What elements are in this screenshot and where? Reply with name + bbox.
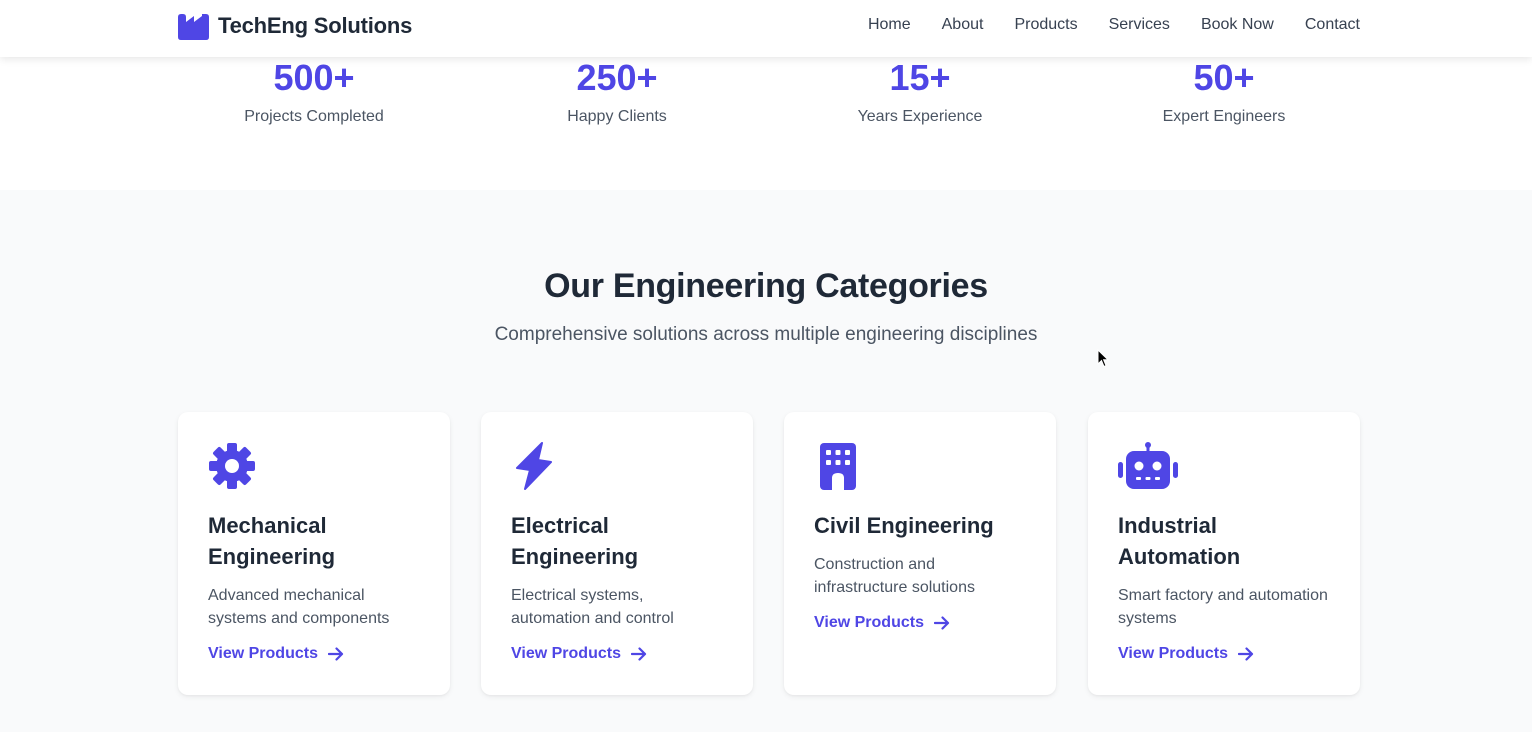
nav-home-link[interactable]: Home — [868, 16, 911, 34]
card-description: Construction and infrastructure solution… — [814, 556, 975, 596]
lightning-bolt-icon — [516, 442, 552, 490]
brand-logo-link[interactable]: TechEng Solutions — [178, 11, 412, 41]
category-card-electrical: Electrical Engineering Electrical system… — [481, 412, 753, 695]
mouse-cursor-icon — [1097, 349, 1109, 368]
stat-label: Projects Completed — [244, 108, 384, 125]
card-title: Mechanical Engineering — [208, 513, 336, 569]
top-navbar: TechEng Solutions Home About Products Se… — [0, 0, 1532, 57]
nav-about-link[interactable]: About — [942, 16, 984, 34]
building-icon — [820, 443, 856, 490]
stat-projects: 500+ Projects Completed — [178, 57, 450, 126]
nav-products-link[interactable]: Products — [1014, 16, 1077, 34]
view-products-label: View Products — [208, 645, 318, 662]
categories-section: Our Engineering Categories Comprehensive… — [0, 190, 1532, 732]
card-title: Civil Engineering — [814, 513, 994, 538]
card-description: Electrical systems, automation and contr… — [511, 587, 674, 627]
arrow-right-icon — [933, 616, 950, 630]
section-subtitle: Comprehensive solutions across multiple … — [494, 324, 1038, 345]
card-description: Smart factory and automation systems — [1118, 587, 1328, 627]
view-products-label: View Products — [1118, 645, 1228, 662]
nav-contact-link[interactable]: Contact — [1305, 16, 1360, 34]
card-description: Advanced mechanical systems and componen… — [208, 587, 390, 627]
nav-services-link[interactable]: Services — [1109, 16, 1170, 34]
main-nav: Home About Products Services Book Now Co… — [868, 16, 1360, 34]
view-products-link[interactable]: View Products — [511, 645, 647, 663]
category-card-automation: Industrial Automation Smart factory and … — [1088, 412, 1360, 695]
stat-value: 15+ — [889, 57, 951, 98]
card-title: Electrical Engineering — [511, 513, 639, 569]
stat-label: Happy Clients — [567, 108, 667, 125]
arrow-right-icon — [327, 647, 344, 661]
arrow-right-icon — [630, 647, 647, 661]
view-products-link[interactable]: View Products — [814, 614, 950, 632]
card-title: Industrial Automation — [1118, 513, 1241, 569]
view-products-label: View Products — [511, 645, 621, 662]
stat-value: 250+ — [576, 57, 658, 98]
gear-icon — [209, 443, 255, 489]
nav-book-now-link[interactable]: Book Now — [1201, 16, 1274, 34]
arrow-right-icon — [1237, 647, 1254, 661]
view-products-link[interactable]: View Products — [208, 645, 344, 663]
view-products-link[interactable]: View Products — [1118, 645, 1254, 663]
stat-engineers: 50+ Expert Engineers — [1088, 57, 1360, 126]
stat-value: 500+ — [273, 57, 355, 98]
category-card-mechanical: Mechanical Engineering Advanced mechanic… — [178, 412, 450, 695]
robot-icon — [1118, 442, 1178, 489]
stat-clients: 250+ Happy Clients — [481, 57, 753, 126]
section-title: Our Engineering Categories — [544, 267, 988, 305]
stat-label: Expert Engineers — [1162, 108, 1286, 125]
category-card-civil: Civil Engineering Construction and infra… — [784, 412, 1056, 695]
brand-name: TechEng Solutions — [218, 13, 413, 38]
factory-icon — [178, 13, 209, 40]
stat-experience: 15+ Years Experience — [784, 57, 1056, 126]
view-products-label: View Products — [814, 614, 924, 631]
stat-value: 50+ — [1193, 57, 1255, 98]
stat-label: Years Experience — [857, 108, 983, 125]
stats-section: 500+ Projects Completed 250+ Happy Clien… — [0, 57, 1532, 190]
